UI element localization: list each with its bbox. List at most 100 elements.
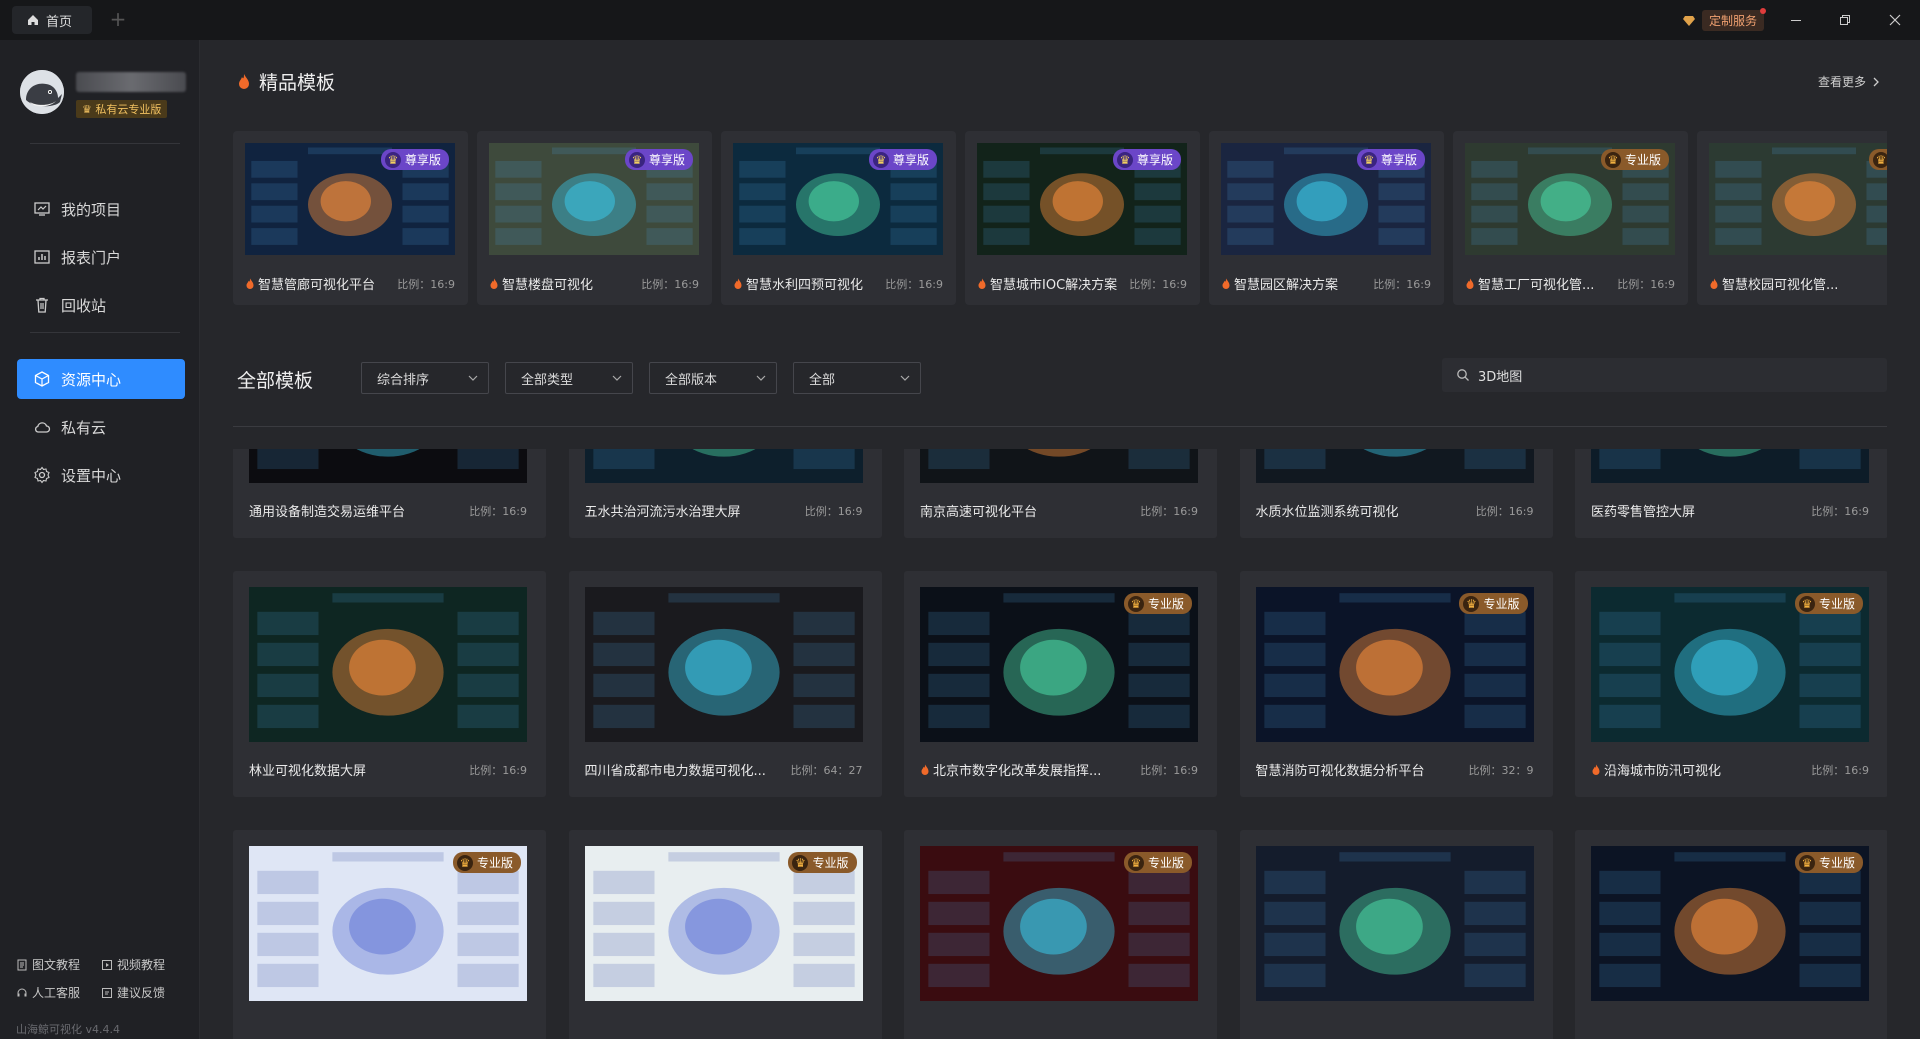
restore-button[interactable] [1831, 8, 1859, 32]
crown-icon: ♛ [792, 854, 809, 871]
template-card[interactable]: ♛ 专业版 智慧消防可视化数据分析平台 比例：32：9 [1239, 571, 1553, 797]
whale-avatar-icon [20, 70, 64, 114]
video-tutorial-label: 视频教程 [117, 958, 166, 972]
template-name-text: 智慧校园可视化管... [1722, 278, 1839, 293]
template-card[interactable]: 医药零售管控大屏 比例：16:9 [1575, 449, 1887, 538]
doc-tutorial-link[interactable]: 图文教程 [16, 956, 80, 973]
premium-template-card[interactable]: ♛ 尊享版 智慧楼盘可视化 比例：16:9 [477, 131, 712, 305]
template-ratio: 比例：16:9 [1811, 763, 1869, 777]
template-card[interactable]: 林业可视化数据大屏 比例：16:9 [233, 571, 546, 797]
tier-label: 尊享版 [1136, 153, 1173, 167]
see-more-link[interactable]: 查看更多 [1818, 73, 1880, 90]
crown-icon: ♛ [1463, 595, 1480, 612]
sidebar-divider [30, 143, 180, 144]
version-dropdown[interactable]: 全部版本 [649, 362, 777, 394]
tier-badge: ♛ 专业版 [1123, 852, 1192, 873]
category-dropdown[interactable]: 全部 [793, 362, 921, 394]
tier-badge: ♛专 [1868, 149, 1887, 170]
template-card[interactable]: 南京高速可视化平台 比例：16:9 [904, 449, 1217, 538]
nav-report-portal[interactable]: 报表门户 [17, 237, 185, 277]
minimize-button[interactable] [1782, 8, 1810, 32]
gear-icon [34, 466, 50, 484]
nav-label: 设置中心 [61, 466, 122, 485]
premium-template-card[interactable]: ♛专智慧校园可视化管...比例 [1697, 131, 1887, 305]
tier-badge: ♛ 专业版 [1794, 852, 1863, 873]
premium-template-card[interactable]: ♛ 专业版智慧工厂可视化管... 比例：16:9 [1453, 131, 1688, 305]
template-ratio: 比例：16:9 [1129, 277, 1187, 291]
add-tab-button[interactable]: + [106, 8, 130, 32]
template-ratio: 比例：16:9 [1617, 277, 1675, 291]
crown-icon: ♛ [1127, 595, 1144, 612]
hot-flame-icon [978, 278, 986, 289]
tier-badge: ♛ 尊享版 [380, 149, 449, 170]
premium-template-card[interactable]: ♛ 尊享版 智慧水利四预可视化 比例：16:9 [721, 131, 956, 305]
crown-icon: ♛ [872, 151, 889, 168]
template-ratio: 比例：16:9 [397, 277, 455, 291]
template-card[interactable]: 四川省成都市电力数据可视化... 比例：64：27 [568, 571, 882, 797]
nav-private-cloud[interactable]: 私有云 [17, 407, 185, 447]
nav-my-projects[interactable]: 我的项目 [17, 189, 185, 229]
crown-icon: ♛ [1798, 595, 1815, 612]
template-thumbnail: ♛ 尊享版 [245, 143, 455, 255]
feedback-link[interactable]: 建议反馈 [101, 984, 165, 1001]
template-name-text: 智慧工厂可视化管... [1478, 278, 1595, 293]
tab-home[interactable]: 首页 [12, 6, 92, 34]
feedback-label: 建议反馈 [117, 986, 166, 1000]
template-card[interactable]: ♛ 专业版 沿海城市防汛可视化 比例：16:9 [1575, 571, 1887, 797]
template-thumbnail: ♛ 专业版 [584, 846, 863, 1001]
nav-label: 资源中心 [61, 370, 122, 389]
search-input[interactable]: 3D地图 [1442, 358, 1887, 392]
nav-resource-center[interactable]: 资源中心 [17, 359, 185, 399]
template-ratio: 比例：64：27 [790, 763, 863, 777]
close-button[interactable] [1881, 8, 1909, 32]
template-thumbnail [249, 587, 527, 742]
template-card[interactable]: ♛ 专业版 北京市数字化改革发展指挥... 比例：16:9 [904, 571, 1217, 797]
restore-icon [1840, 15, 1850, 25]
template-card[interactable]: 通用设备制造交易运维平台 比例：16:9 [233, 449, 546, 538]
chevron-down-icon [468, 375, 478, 381]
template-preview-image [249, 449, 527, 483]
premium-template-card[interactable]: ♛ 尊享版 智慧园区解决方案 比例：16:9 [1209, 131, 1444, 305]
type-dropdown[interactable]: 全部类型 [505, 362, 633, 394]
sidebar: ♛ 私有云专业版 我的项目 报表门户 回收站 资源中心 私有云 设置中心 图文教… [0, 40, 200, 1039]
template-card[interactable]: 水质水位监测系统可视化 比例：16:9 [1239, 449, 1553, 538]
nav-recycle-bin[interactable]: 回收站 [17, 285, 185, 325]
tab-home-label: 首页 [46, 14, 73, 30]
template-card[interactable]: ♛ 专业版 [568, 830, 882, 1039]
template-card[interactable]: 五水共治河流污水治理大屏 比例：16:9 [568, 449, 882, 538]
tier-badge: ♛ 尊享版 [624, 149, 693, 170]
template-name: 四川省成都市电力数据可视化... [585, 760, 766, 779]
template-card[interactable]: ♛ 专业版 [904, 830, 1217, 1039]
monitor-icon [34, 202, 50, 216]
template-card[interactable] [1239, 830, 1553, 1039]
tier-badge: ♛ 专业版 [1600, 149, 1669, 170]
all-templates-title: 全部模板 [237, 366, 313, 393]
custom-service-button[interactable]: 定制服务 [1682, 8, 1767, 31]
template-thumbnail: ♛ 尊享版 [489, 143, 699, 255]
template-name-text: 四川省成都市电力数据可视化... [584, 764, 766, 779]
template-preview-image [584, 449, 863, 483]
template-name-text: 水质水位监测系统可视化 [1255, 505, 1399, 520]
sort-dropdown[interactable]: 综合排序 [361, 362, 489, 394]
video-tutorial-link[interactable]: 视频教程 [101, 956, 165, 973]
template-thumbnail: ♛专 [1709, 143, 1887, 255]
template-card[interactable]: ♛ 专业版 [233, 830, 546, 1039]
template-ratio: 比例：16:9 [1140, 763, 1198, 777]
user-profile[interactable]: ♛ 私有云专业版 [20, 70, 190, 130]
crown-icon: ♛ [384, 151, 401, 168]
tier-label: 专业版 [1483, 597, 1520, 611]
tier-badge: ♛ 专业版 [788, 852, 857, 873]
minimize-icon [1791, 20, 1801, 21]
nav-label: 私有云 [61, 418, 107, 437]
nav-settings[interactable]: 设置中心 [17, 455, 185, 495]
premium-template-card[interactable]: ♛ 尊享版 智慧管廊可视化平台 比例：16:9 [233, 131, 468, 305]
support-link[interactable]: 人工客服 [16, 984, 80, 1001]
premium-template-card[interactable]: ♛ 尊享版 智慧城市IOC解决方案 比例：16:9 [965, 131, 1200, 305]
template-name-text: 五水共治河流污水治理大屏 [584, 505, 741, 520]
sort-dropdown-value: 综合排序 [377, 372, 430, 388]
template-thumbnail [249, 449, 527, 483]
template-card[interactable]: ♛ 专业版 [1575, 830, 1887, 1039]
template-thumbnail: ♛ 专业版 [1591, 587, 1869, 742]
template-ratio: 比例：16:9 [885, 277, 943, 291]
title-bar: 首页 + 定制服务 [0, 0, 1920, 40]
